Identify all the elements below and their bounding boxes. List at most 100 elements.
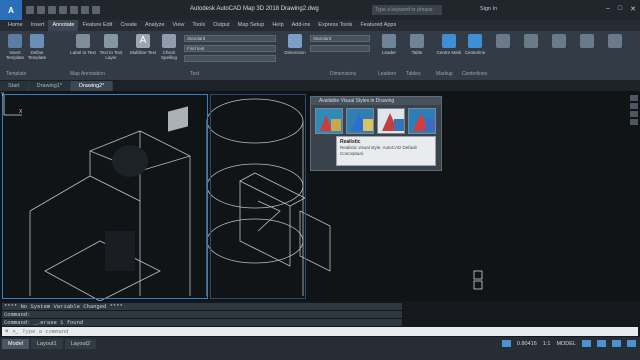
visual-style-hidden[interactable] <box>377 108 405 134</box>
snap-icon[interactable] <box>597 340 606 347</box>
layout-tab-layout2[interactable]: Layout2 <box>64 339 97 349</box>
ribbon-extra-tool-3[interactable] <box>546 34 572 50</box>
ribbon-tab-create[interactable]: Create <box>116 20 141 31</box>
command-history: **** No System Variable Changed **** Com… <box>2 303 402 327</box>
showmotion-icon[interactable] <box>630 119 638 125</box>
layout-tab-model[interactable]: Model <box>2 339 29 349</box>
dimension-button[interactable]: Dimension <box>282 34 308 55</box>
table-button[interactable]: Table <box>404 34 430 55</box>
command-history-line: Command: <box>2 311 402 318</box>
file-tab-drawing2-[interactable]: Drawing2* <box>71 81 114 91</box>
tool-icon <box>524 34 538 48</box>
annotation-scale[interactable]: 1:1 <box>543 341 551 347</box>
ribbon-tab-express-tools[interactable]: Express Tools <box>314 20 356 31</box>
redo-icon[interactable] <box>92 6 100 14</box>
ribbon-extra-tool-2[interactable] <box>518 34 544 50</box>
ribbon-tab-insert[interactable]: Insert <box>27 20 49 31</box>
define-template-button[interactable]: Define Template <box>24 34 50 60</box>
tool-icon <box>496 34 510 48</box>
minimize-icon[interactable]: – <box>606 5 610 13</box>
grid-icon[interactable] <box>582 340 591 347</box>
label-to-text-button[interactable]: Label to Text <box>70 34 96 55</box>
find-text-input[interactable]: Find text <box>184 45 276 52</box>
save-as-icon[interactable] <box>59 6 67 14</box>
layout-tab-layout1[interactable]: Layout1 <box>30 339 63 349</box>
undo-icon[interactable] <box>81 6 89 14</box>
multiline-text-button[interactable]: A Multiline Text <box>130 34 156 55</box>
text-height-select[interactable] <box>184 55 276 62</box>
ribbon-tab-annotate[interactable]: Annotate <box>48 20 79 31</box>
search-input[interactable]: Type a keyword or phrase <box>372 5 442 15</box>
dim-style-select[interactable]: Standard <box>310 35 370 42</box>
sign-in-link[interactable]: Sign In <box>480 6 497 12</box>
command-input-bar: × >_ <box>2 327 638 336</box>
centerline-button[interactable]: Centerline <box>462 34 488 55</box>
close-command-icon[interactable]: × <box>5 329 9 335</box>
multiline-text-icon: A <box>136 34 150 48</box>
open-icon[interactable] <box>37 6 45 14</box>
model-space-toggle[interactable]: MODEL <box>556 341 576 347</box>
swatch-graphic <box>382 113 404 131</box>
group-label-text: Text <box>190 71 200 77</box>
file-tab-bar: Start Drawing1* Drawing2* <box>0 81 640 91</box>
tool-icon <box>552 34 566 48</box>
file-tab-drawing1-[interactable]: Drawing1* <box>28 81 71 91</box>
group-label-map-annotation: Map Annotation <box>70 71 105 77</box>
file-tab-start[interactable]: Start <box>0 81 29 91</box>
ribbon-tab-add-ins[interactable]: Add-ins <box>288 20 315 31</box>
new-icon[interactable] <box>26 6 34 14</box>
ribbon-tab-tools[interactable]: Tools <box>188 20 209 31</box>
save-icon[interactable] <box>48 6 56 14</box>
app-menu-button[interactable]: A <box>0 0 22 20</box>
customize-icon[interactable] <box>627 340 636 347</box>
ribbon-extra-tool-1[interactable] <box>490 34 516 50</box>
ribbon-tab-analyze[interactable]: Analyze <box>141 20 169 31</box>
centre-mark-icon <box>442 34 456 48</box>
tool-icon <box>608 34 622 48</box>
ribbon-tab-help[interactable]: Help <box>268 20 287 31</box>
svg-text:X: X <box>19 109 23 115</box>
print-icon[interactable] <box>70 6 78 14</box>
ribbon-extra-tool-4[interactable] <box>574 34 600 50</box>
visual-style-conceptual[interactable] <box>346 108 374 134</box>
status-tools: 0.80416 1:1 MODEL <box>501 340 636 347</box>
check-spelling-button[interactable]: Check Spelling <box>156 34 182 60</box>
ribbon-extra-tool-5[interactable] <box>602 34 628 50</box>
command-input[interactable] <box>22 328 223 335</box>
maximize-icon[interactable]: □ <box>618 5 622 13</box>
title-bar: A Autodesk AutoCAD Map 3D 2018 Drawing2.… <box>0 0 640 20</box>
visual-style-2d-wireframe[interactable] <box>315 108 343 134</box>
centerline-icon <box>468 34 482 48</box>
centre-mark-button[interactable]: Centre Mark <box>436 34 462 55</box>
dim-layer-select[interactable] <box>310 45 370 52</box>
ribbon-tab-view[interactable]: View <box>169 20 189 31</box>
text-layer-icon <box>104 34 118 48</box>
visual-style-tooltip: Realistic Realistic visual style. AutoCA… <box>336 136 436 166</box>
command-history-line: **** No System Variable Changed **** <box>2 303 402 310</box>
visual-styles-palette[interactable]: Available Visual Styles in Drawing Reali… <box>310 96 442 171</box>
swatch-graphic <box>413 113 435 131</box>
ribbon-tab-feature-edit[interactable]: Feature Edit <box>78 20 116 31</box>
small-block-bottom <box>473 280 483 290</box>
text-to-text-layer-button[interactable]: Text to Text Layer <box>98 34 124 60</box>
ribbon-tab-output[interactable]: Output <box>209 20 234 31</box>
coords-readout: 0.80416 <box>516 340 537 347</box>
dimension-icon <box>288 34 302 48</box>
zoom-icon[interactable] <box>630 103 638 109</box>
ribbon-tab-featured-apps[interactable]: Featured Apps <box>356 20 400 31</box>
label-text-icon <box>76 34 90 48</box>
workspace-icon[interactable] <box>501 340 511 347</box>
viewport-right[interactable] <box>210 94 306 299</box>
ribbon-tab-map-setup[interactable]: Map Setup <box>234 20 269 31</box>
palette-header: Available Visual Styles in Drawing <box>311 97 441 105</box>
orbit-icon[interactable] <box>630 111 638 117</box>
ribbon-tab-home[interactable]: Home <box>4 20 27 31</box>
close-icon[interactable]: ✕ <box>630 5 636 13</box>
insert-template-icon <box>8 34 22 48</box>
leader-button[interactable]: Leader <box>376 34 402 55</box>
visual-style-realistic[interactable] <box>408 108 436 134</box>
text-style-select[interactable]: Standard <box>184 35 276 42</box>
drawing-canvas[interactable]: Available Visual Styles in Drawing Reali… <box>0 91 640 301</box>
pan-icon[interactable] <box>630 95 638 101</box>
ortho-icon[interactable] <box>612 340 621 347</box>
